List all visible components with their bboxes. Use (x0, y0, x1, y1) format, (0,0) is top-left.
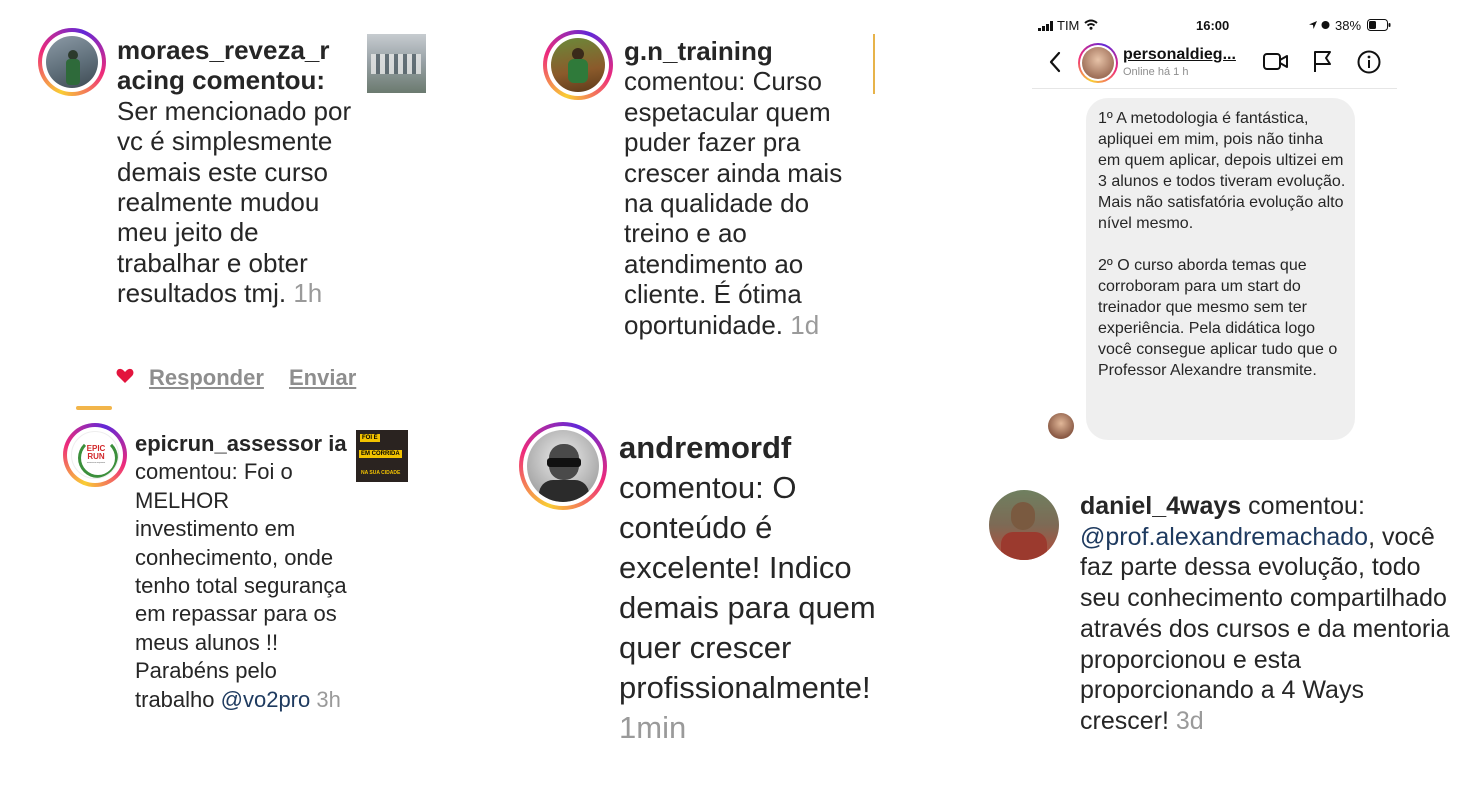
back-chevron-icon[interactable] (1048, 51, 1062, 73)
comment-body: Foi o MELHOR investimento em conheciment… (135, 459, 347, 712)
contact-status: Online há 1 h (1123, 66, 1189, 78)
avatar[interactable] (989, 490, 1059, 560)
avatar[interactable] (38, 28, 106, 96)
battery-icon (1367, 19, 1391, 31)
alarm-icon (1320, 19, 1331, 30)
location-icon (1308, 20, 1318, 30)
avatar[interactable]: EPIC RUN assessoria esportiva (63, 423, 127, 487)
comment-text: g.n_training comentou: Curso espetacular… (624, 36, 869, 340)
username[interactable]: daniel_4ways (1080, 492, 1241, 520)
avatar[interactable] (519, 422, 607, 510)
mention-link[interactable]: @prof.alexandremachado (1080, 523, 1368, 551)
flag-icon[interactable] (1313, 50, 1333, 73)
comment-body: Curso espetacular quem puder fazer pra c… (624, 66, 843, 340)
comment-verb: comentou: (619, 470, 764, 505)
heart-icon[interactable] (116, 368, 134, 384)
divider (76, 406, 112, 410)
contact-avatar[interactable] (1078, 43, 1118, 83)
epicrun-logo-text: EPIC RUN (86, 444, 106, 461)
timestamp: 1min (619, 710, 687, 745)
username[interactable]: g.n_training (624, 36, 773, 66)
comment-text: epicrun_assessor ia comentou: Foi o MELH… (135, 430, 347, 714)
epicrun-logo-subtext: assessoria esportiva (86, 462, 106, 464)
battery-percent: 38% (1335, 18, 1362, 33)
timestamp: 3h (316, 686, 341, 712)
username[interactable]: epicrun_assessor ia (135, 431, 347, 456)
post-thumbnail[interactable] (367, 34, 426, 93)
thumb-label: EM CORRIDA (359, 450, 402, 458)
comment-verb: comentou: (1248, 492, 1365, 520)
timestamp: 3d (1175, 706, 1204, 735)
comment-verb: comentou: (192, 65, 326, 96)
carrier-name: TIM (1057, 18, 1080, 33)
video-call-icon[interactable] (1263, 52, 1289, 71)
username[interactable]: andremordf (619, 430, 791, 465)
contact-name[interactable]: personaldieg... (1123, 46, 1236, 64)
thumb-label: NA SUA CIDADE (361, 470, 401, 476)
message-text: 1º A metodologia é fantástica, apliquei … (1098, 108, 1348, 381)
dm-panel: TIM 16:00 38% personaldieg... Online há … (1032, 10, 1397, 460)
send-button[interactable]: Enviar (289, 365, 356, 391)
mention-link[interactable]: @vo2pro (221, 687, 311, 712)
comment-text: moraes_reveza_r acing comentou: Ser menc… (117, 35, 357, 309)
thumb-label: FOI É (360, 434, 380, 442)
post-thumbnail[interactable]: FOI É EM CORRIDA NA SUA CIDADE (356, 430, 408, 482)
signal-icon (1038, 21, 1054, 31)
wifi-icon (1084, 19, 1098, 30)
comment-text: andremordf comentou: O conteúdo é excele… (619, 428, 919, 748)
timestamp: 1h (293, 278, 323, 309)
reply-button[interactable]: Responder (149, 365, 264, 391)
comment-body: Ser mencionado por vc é simplesmente dem… (117, 95, 352, 309)
header-divider (1032, 88, 1397, 89)
comment-verb: comentou: (135, 459, 238, 485)
comment-text: daniel_4ways comentou: @prof.alexandrema… (1080, 491, 1450, 737)
comment-body: , você faz parte dessa evolução, todo se… (1080, 522, 1450, 735)
sender-avatar[interactable] (1048, 413, 1074, 439)
comment-verb: comentou: (624, 66, 746, 97)
info-icon[interactable] (1357, 50, 1381, 74)
timestamp: 1d (790, 309, 820, 340)
clock: 16:00 (1196, 18, 1230, 33)
divider (873, 34, 875, 94)
message-paragraph: 2º O curso aborda temas que corroboram p… (1098, 257, 1338, 379)
avatar[interactable] (543, 30, 613, 100)
message-paragraph: 1º A metodologia é fantástica, apliquei … (1098, 110, 1346, 232)
comment-body: O conteúdo é excelente! Indico demais pa… (619, 470, 876, 705)
